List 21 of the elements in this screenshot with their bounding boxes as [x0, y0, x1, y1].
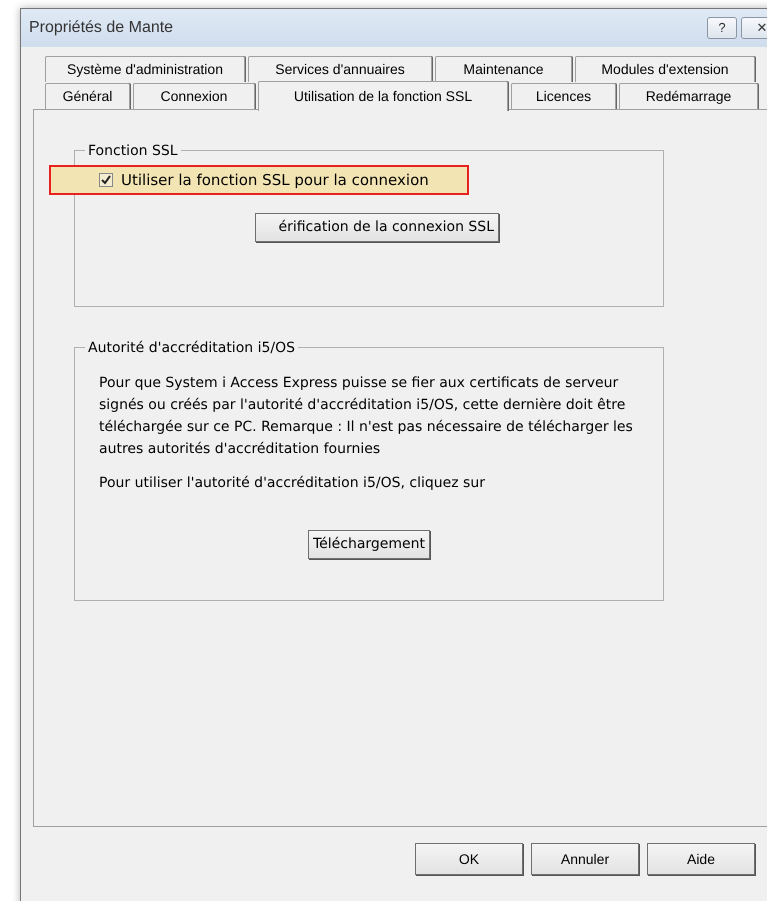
tab[interactable]: Maintenance [435, 56, 572, 82]
tab[interactable]: Général [45, 83, 130, 109]
instruction-text: Pour utiliser l'autorité d'accréditation i5/OS, cliquez sur [99, 475, 485, 491]
download-button[interactable]: Téléchargement [308, 530, 430, 559]
tab[interactable]: Utilisation de la fonction SSL [258, 81, 508, 111]
tab[interactable]: Système d'administration [45, 56, 245, 82]
tab[interactable]: Licences [511, 83, 616, 109]
checkbox[interactable] [99, 173, 113, 187]
help-button[interactable]: Aide [647, 843, 755, 875]
help-button[interactable]: ? [707, 17, 737, 39]
checkbox-label: Utiliser la fonction SSL pour la connexion [121, 170, 429, 191]
tab[interactable]: Services d'annuaires [248, 56, 432, 82]
close-button[interactable]: ✕ [741, 17, 767, 39]
description-text: Pour que System i Access Express puisse se fier aux certificats de serveur signés ou créés par l'autorité d'accréditation i5/OS, cette dernière doit être téléchargée sur ce PC. Remarque : Il n'est pas nécessaire de télécharger les autres autorités d'accréditation fournies [99, 374, 634, 459]
tab[interactable]: Connexion [133, 83, 255, 109]
tab[interactable]: Redémarrage [619, 83, 758, 109]
tab[interactable]: Modules d'extension [575, 56, 755, 82]
verify-button[interactable]: érification de la connexion SSL [255, 213, 499, 242]
cancel-button[interactable]: Annuler [531, 843, 639, 875]
window-title: Propriétés de Mante [29, 18, 174, 38]
ok-button[interactable]: OK [415, 843, 523, 875]
